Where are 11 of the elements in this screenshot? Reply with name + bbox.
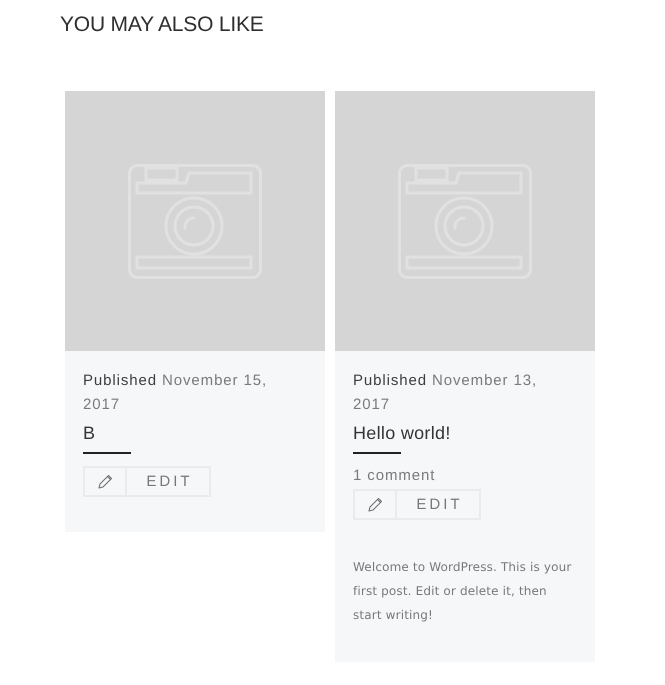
pencil-icon bbox=[368, 497, 382, 512]
pencil-icon bbox=[98, 474, 112, 489]
publish-date: Published November 13, 2017 bbox=[353, 371, 538, 415]
edit-button[interactable]: EDIT bbox=[353, 489, 481, 520]
post-title[interactable]: Hello world! bbox=[353, 421, 451, 445]
publish-date: Published November 15, 2017 bbox=[83, 371, 268, 415]
post-title[interactable]: B bbox=[83, 421, 96, 445]
edit-button[interactable]: EDIT bbox=[83, 466, 211, 497]
section-heading: YOU MAY ALSO LIKE bbox=[60, 12, 264, 38]
post-excerpt: Welcome to WordPress. This is your first post. Edit or delete it, then start writing! bbox=[353, 559, 572, 624]
comment-count-link[interactable]: 1 comment bbox=[353, 464, 436, 488]
